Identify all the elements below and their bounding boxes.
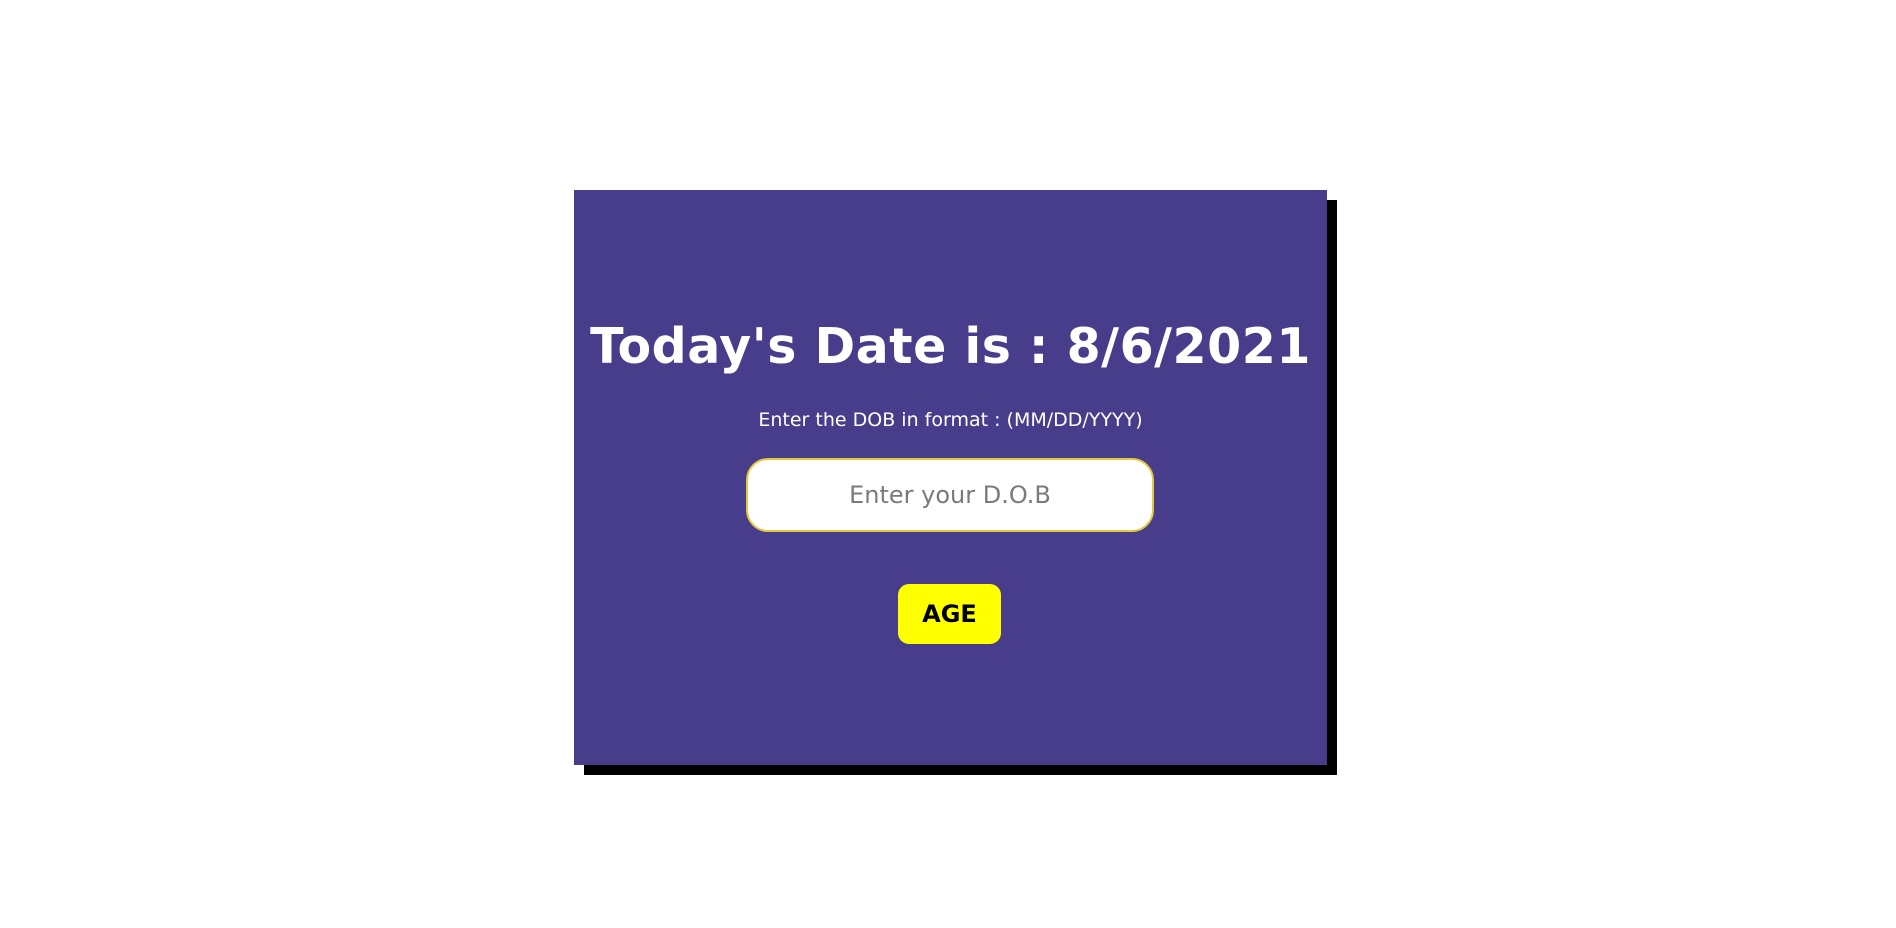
age-button[interactable]: AGE [898,584,1001,644]
today-date-heading: Today's Date is : 8/6/2021 [590,318,1311,375]
dob-input[interactable] [746,458,1154,532]
dob-format-instruction: Enter the DOB in format : (MM/DD/YYYY) [758,409,1143,431]
age-calculator-card: Today's Date is : 8/6/2021 Enter the DOB… [574,190,1327,765]
